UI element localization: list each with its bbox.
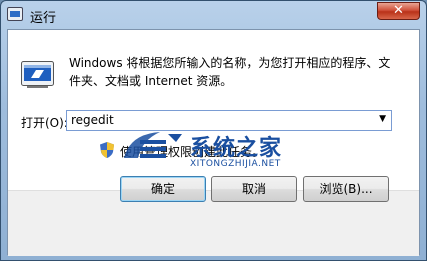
- run-dialog-window: 运行 ✕ Windows 将根据您所输入的名称，为您打开相应的程序、文件夹、文档…: [0, 0, 427, 261]
- open-input-value[interactable]: regedit: [71, 113, 114, 127]
- watermark: 系统之家 XITONGZHIJIA.NET: [120, 128, 330, 180]
- chevron-down-icon[interactable]: ▼: [379, 114, 386, 124]
- ok-button[interactable]: 确定: [120, 176, 206, 202]
- uac-shield-icon: [100, 142, 114, 158]
- cancel-button[interactable]: 取消: [211, 176, 297, 202]
- dialog-description: Windows 将根据您所输入的名称，为您打开相应的程序、文件夹、文档或 Int…: [69, 56, 391, 88]
- dialog-client: Windows 将根据您所输入的名称，为您打开相应的程序、文件夹、文档或 Int…: [7, 29, 420, 256]
- open-label: 打开(O):: [21, 116, 68, 130]
- browse-button[interactable]: 浏览(B)...: [303, 176, 389, 202]
- close-button[interactable]: ✕: [377, 2, 420, 20]
- title-bar[interactable]: 运行 ✕: [1, 1, 426, 29]
- watermark-logo-icon: [124, 132, 182, 158]
- run-icon: [21, 61, 54, 88]
- watermark-url: XITONGZHIJIA.NET: [190, 159, 281, 169]
- window-title: 运行: [30, 11, 57, 26]
- watermark-title: 系统之家: [190, 136, 283, 161]
- run-app-icon: [7, 7, 23, 21]
